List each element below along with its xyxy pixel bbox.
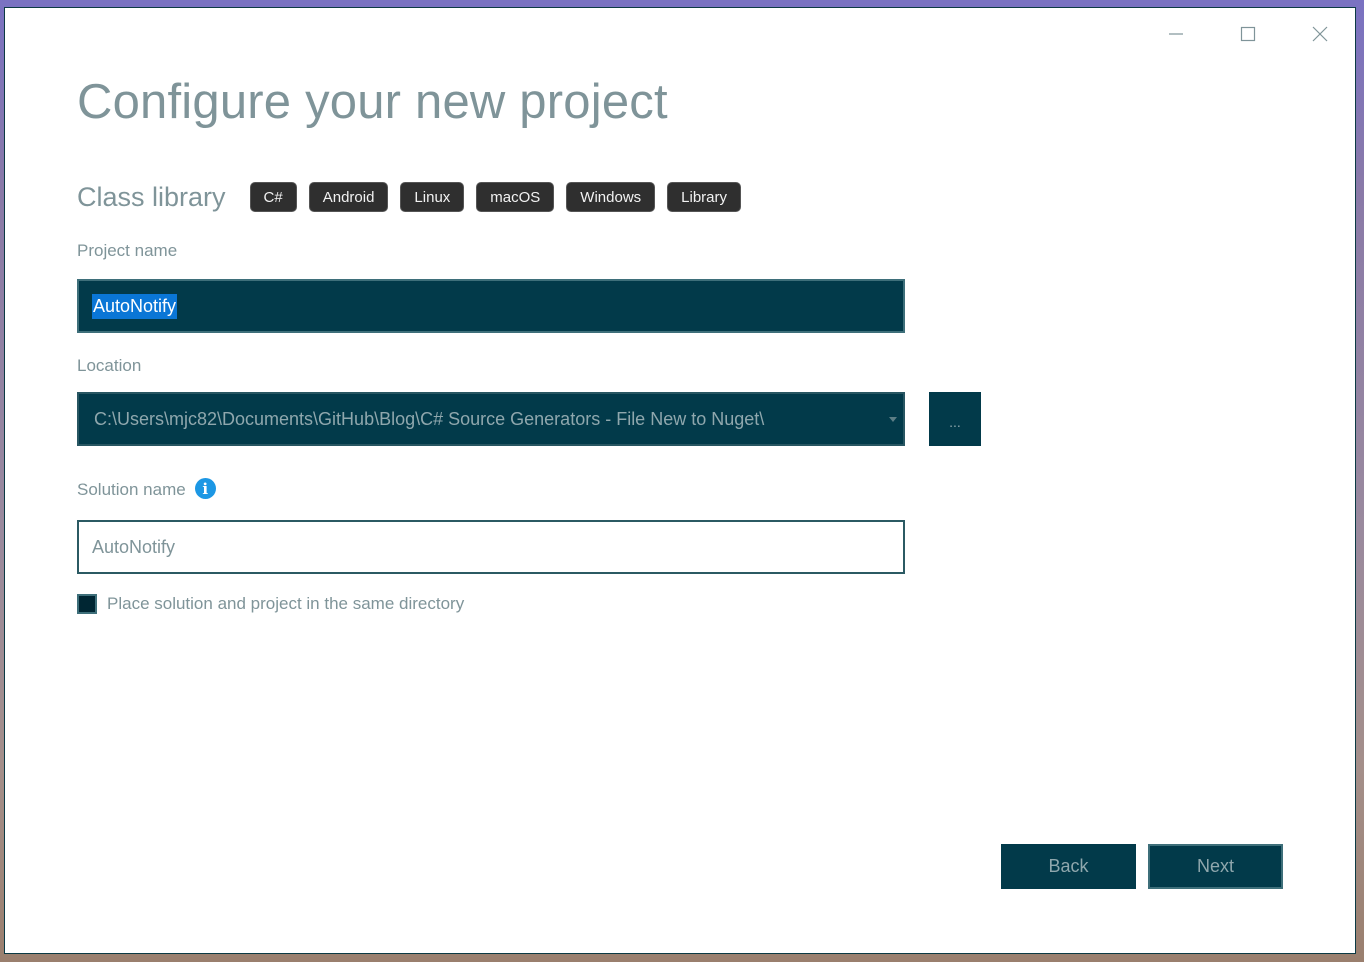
project-name-label: Project name [77,241,178,260]
minimize-button[interactable] [1153,20,1199,48]
template-name: Class library [77,181,226,212]
tag-macos: macOS [476,182,555,212]
chevron-down-icon[interactable] [889,416,897,422]
solution-name-input[interactable]: AutoNotify [77,520,905,574]
info-icon[interactable]: i [194,478,216,500]
tag-linux: Linux [400,182,465,212]
page-title: Configure your new project [77,75,668,129]
project-name-input[interactable]: AutoNotify [77,279,905,333]
location-combobox[interactable]: C:\Users\mjc82\Documents\GitHub\Blog\C# … [77,392,905,446]
template-info: Class library C# Android Linux macOS Win… [77,178,753,216]
configure-project-window: Configure your new project Class library… [4,7,1356,954]
solution-name-value: AutoNotify [92,536,176,557]
maximize-icon [1240,26,1256,42]
close-button[interactable] [1297,20,1343,48]
browse-location-button[interactable]: ... [929,392,981,446]
tag-library: Library [667,182,742,212]
next-button[interactable]: Next [1148,844,1283,889]
solution-name-label: Solution name [77,480,186,499]
project-name-value: AutoNotify [92,293,178,319]
tag-windows: Windows [566,182,656,212]
solution-name-label-row: Solution name i [77,478,216,501]
minimize-icon [1169,33,1183,35]
same-directory-label: Place solution and project in the same d… [107,594,465,613]
same-directory-option[interactable]: Place solution and project in the same d… [77,594,464,614]
back-button[interactable]: Back [1001,844,1136,889]
close-icon [1312,26,1328,42]
location-label: Location [77,356,142,375]
tag-csharp: C# [249,182,297,212]
same-directory-checkbox[interactable] [77,594,97,614]
tag-android: Android [308,182,389,212]
location-value: C:\Users\mjc82\Documents\GitHub\Blog\C# … [94,408,765,429]
maximize-button[interactable] [1225,20,1271,48]
